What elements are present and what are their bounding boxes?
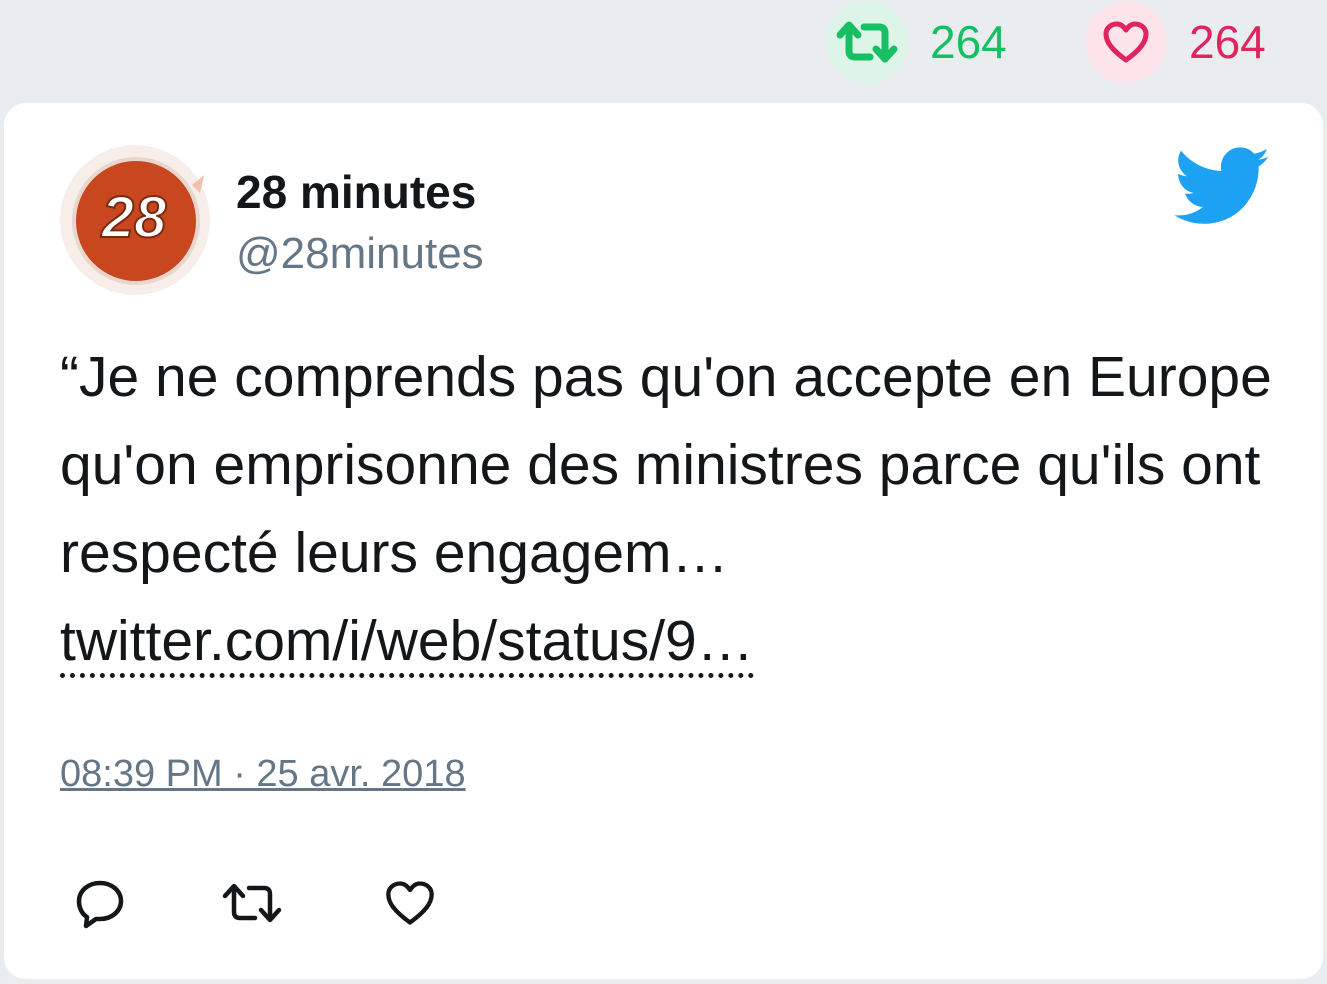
twitter-bird-icon[interactable] bbox=[1174, 147, 1272, 232]
tweet-link[interactable]: twitter.com/i/web/status/9… bbox=[60, 609, 754, 678]
avatar-text: 28 bbox=[101, 185, 167, 250]
like-stat-icon-circle[interactable] bbox=[1085, 1, 1167, 83]
engagement-stats: 264 264 bbox=[0, 0, 1327, 100]
avatar[interactable]: 28 bbox=[60, 145, 210, 295]
retweet-icon bbox=[222, 883, 282, 923]
like-stat[interactable]: 264 bbox=[1085, 0, 1266, 84]
retweet-icon bbox=[836, 21, 898, 63]
retweet-stat[interactable]: 264 bbox=[826, 0, 1007, 84]
author-handle[interactable]: @28minutes bbox=[236, 229, 484, 279]
reply-icon bbox=[76, 880, 124, 929]
tweet-text: “Je ne comprends pas qu'on accepte en Eu… bbox=[60, 333, 1280, 685]
reply-button[interactable] bbox=[68, 871, 132, 935]
heart-icon bbox=[1103, 21, 1149, 63]
retweet-stat-icon-circle[interactable] bbox=[826, 1, 908, 83]
like-count: 264 bbox=[1189, 16, 1266, 68]
retweet-button[interactable] bbox=[220, 871, 284, 935]
28-minutes-logo-icon: 28 bbox=[72, 157, 204, 285]
tweet-card: 28 28 minutes @28minutes “Je ne comprend… bbox=[4, 103, 1323, 979]
like-button[interactable] bbox=[378, 871, 442, 935]
tweet-timestamp[interactable]: 08:39 PM · 25 avr. 2018 bbox=[60, 753, 466, 796]
author-name[interactable]: 28 minutes bbox=[236, 165, 476, 219]
tweet-body: “Je ne comprends pas qu'on accepte en Eu… bbox=[60, 345, 1272, 585]
heart-icon bbox=[386, 881, 434, 925]
retweet-count: 264 bbox=[930, 16, 1007, 68]
